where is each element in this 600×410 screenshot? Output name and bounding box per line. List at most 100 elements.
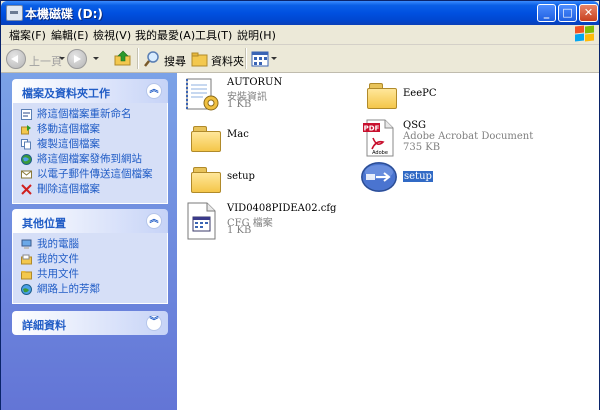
place-label: 我的文件: [37, 253, 79, 265]
explorer-window: 本機磁碟 (D:) _ □ ✕ 檔案(F) 編輯(E) 檢視(V) 我的最愛(A…: [0, 0, 600, 410]
menu-help[interactable]: 說明(H): [237, 27, 276, 43]
forward-button[interactable]: [67, 49, 87, 69]
menu-bar: 檔案(F) 編輯(E) 檢視(V) 我的最愛(A) 工具(T) 說明(H): [1, 25, 599, 45]
task-copy[interactable]: 複製這個檔案: [13, 137, 167, 152]
forward-arrow-icon: [74, 55, 81, 63]
collapse-chevron-icon[interactable]: ︽: [146, 213, 162, 229]
setup-exe-icon: [361, 162, 397, 192]
folder-name: EeePC: [403, 88, 437, 99]
file-list: AUTORUN 安裝資訊 1 KB EeePC Mac PDF Adobe QS…: [177, 73, 599, 410]
up-folder-icon[interactable]: [114, 50, 132, 66]
menu-edit[interactable]: 編輯(E): [51, 27, 89, 43]
pdf-badge-text: PDF: [364, 125, 380, 133]
file-name: VID0408PIDEA02.cfg: [227, 203, 337, 214]
delete-icon: [21, 184, 32, 195]
file-item-qsg[interactable]: PDF Adobe QSG Adobe Acrobat Document 735…: [359, 118, 539, 162]
task-move[interactable]: 移動這個檔案: [13, 122, 167, 137]
search-button[interactable]: 搜尋: [164, 53, 186, 69]
folder-item-eeepc[interactable]: EeePC: [359, 75, 539, 119]
views-icon[interactable]: [251, 50, 269, 68]
file-tasks-title: 檔案及資料夾工作: [22, 87, 110, 100]
place-my-documents[interactable]: 我的文件: [13, 252, 167, 267]
folder-name: Mac: [227, 129, 249, 140]
place-my-computer[interactable]: 我的電腦: [13, 237, 167, 252]
search-icon[interactable]: [143, 50, 161, 68]
file-name-selected: setup: [403, 171, 433, 182]
file-type: Adobe Acrobat Document: [403, 131, 534, 142]
other-places-title: 其他位置: [22, 217, 66, 230]
task-label: 移動這個檔案: [37, 123, 100, 135]
details-title: 詳細資料: [22, 319, 66, 332]
menu-favorites[interactable]: 我的最愛(A): [135, 27, 195, 43]
other-places-list: 我的電腦 我的文件 共用文件 網路上的芳鄰: [12, 233, 168, 304]
file-size: 1 KB: [227, 99, 252, 110]
menu-tools[interactable]: 工具(T): [195, 27, 232, 43]
my-documents-icon: [21, 254, 32, 265]
setup-info-icon: [186, 78, 219, 111]
details-header[interactable]: 詳細資料 ︾: [12, 311, 168, 335]
folder-icon: [359, 75, 397, 115]
place-network[interactable]: 網路上的芳鄰: [13, 282, 167, 297]
place-label: 共用文件: [37, 268, 79, 280]
other-places-header[interactable]: 其他位置 ︽: [12, 209, 168, 233]
folder-icon: [183, 159, 221, 199]
folders-button[interactable]: 資料夾: [211, 53, 244, 69]
place-label: 網路上的芳鄰: [37, 283, 100, 295]
my-computer-icon: [21, 239, 32, 249]
pdf-icon: PDF Adobe: [363, 119, 394, 157]
task-label: 將這個檔案重新命名: [37, 108, 132, 120]
place-label: 我的電腦: [37, 238, 79, 250]
task-label: 複製這個檔案: [37, 138, 100, 150]
minimize-button[interactable]: _: [537, 4, 556, 22]
windows-logo-icon: [573, 25, 595, 42]
publish-icon: [21, 154, 32, 165]
other-places-panel: 其他位置 ︽ 我的電腦 我的文件 共用文件 網路上的芳鄰: [12, 209, 168, 304]
task-label: 以電子郵件傳送這個檔案: [37, 168, 153, 180]
file-tasks-header[interactable]: 檔案及資料夾工作 ︽: [12, 79, 168, 103]
file-item-cfg[interactable]: VID0408PIDEA02.cfg CFG 檔案 1 KB: [183, 201, 363, 245]
file-size: 1 KB: [227, 225, 252, 236]
task-rename[interactable]: 將這個檔案重新命名: [13, 107, 167, 122]
file-name: AUTORUN: [227, 77, 283, 88]
views-dropdown-icon[interactable]: [271, 57, 277, 60]
folder-item-mac[interactable]: Mac: [183, 118, 363, 162]
file-item-autorun[interactable]: AUTORUN 安裝資訊 1 KB: [183, 75, 363, 119]
task-publish[interactable]: 將這個檔案發佈到網站: [13, 152, 167, 167]
move-icon: [21, 125, 31, 135]
menu-view[interactable]: 檢視(V): [93, 27, 131, 43]
file-tasks-list: 將這個檔案重新命名 移動這個檔案 複製這個檔案 將這個檔案發佈到網站 以電子郵件…: [12, 103, 168, 204]
maximize-button[interactable]: □: [558, 4, 577, 22]
file-tasks-panel: 檔案及資料夾工作 ︽ 將這個檔案重新命名 移動這個檔案 複製這個檔案 將這個檔案…: [12, 79, 168, 204]
rename-icon: [21, 109, 32, 120]
title-bar[interactable]: 本機磁碟 (D:) _ □ ✕: [1, 1, 599, 25]
network-icon: [21, 284, 32, 295]
back-arrow-icon: [11, 55, 18, 63]
task-label: 刪除這個檔案: [37, 183, 100, 195]
back-button[interactable]: [6, 49, 26, 69]
toolbar-separator: [245, 48, 247, 69]
folder-name: setup: [227, 171, 255, 182]
back-label[interactable]: 上一頁: [29, 53, 62, 69]
adobe-brand-text: Adobe: [372, 150, 388, 156]
details-panel: 詳細資料 ︾: [12, 311, 168, 335]
shared-documents-icon: [21, 271, 32, 280]
task-email[interactable]: 以電子郵件傳送這個檔案: [13, 167, 167, 182]
task-delete[interactable]: 刪除這個檔案: [13, 182, 167, 197]
folder-item-setup[interactable]: setup: [183, 159, 363, 203]
close-button[interactable]: ✕: [579, 4, 598, 22]
forward-dropdown-icon[interactable]: [93, 57, 99, 60]
collapse-chevron-icon[interactable]: ︽: [146, 83, 162, 99]
back-dropdown-icon[interactable]: [59, 57, 65, 60]
menu-file[interactable]: 檔案(F): [9, 27, 46, 43]
file-size: 735 KB: [403, 142, 441, 153]
drive-icon: [6, 5, 23, 21]
email-icon: [21, 170, 32, 179]
folders-icon[interactable]: [191, 50, 209, 68]
expand-chevron-icon[interactable]: ︾: [146, 315, 162, 331]
cfg-file-icon: [187, 202, 216, 240]
toolbar: 上一頁 搜尋 資料夾: [1, 45, 599, 73]
file-item-setup-exe[interactable]: setup: [359, 159, 539, 203]
copy-icon: [21, 139, 31, 150]
place-shared-documents[interactable]: 共用文件: [13, 267, 167, 282]
window-title: 本機磁碟 (D:): [25, 7, 103, 21]
